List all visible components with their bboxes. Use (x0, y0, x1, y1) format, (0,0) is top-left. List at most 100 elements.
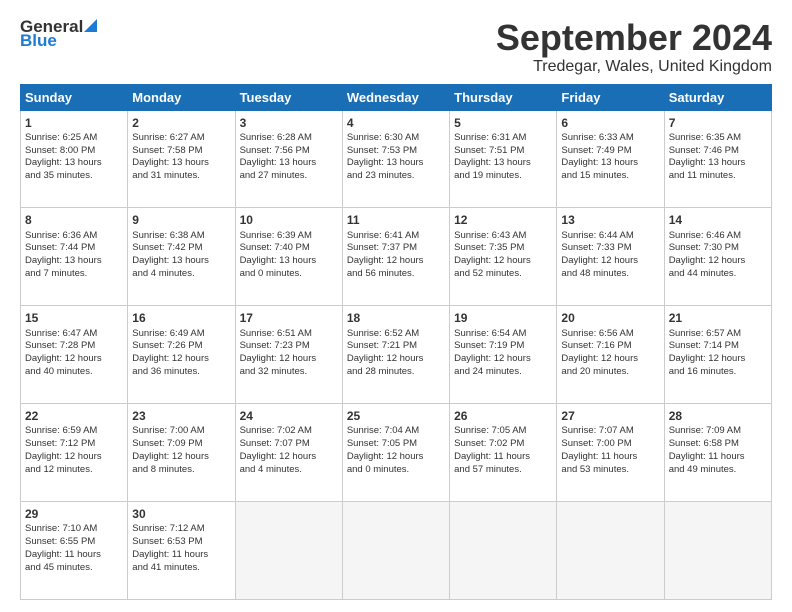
calendar-week-row: 22Sunrise: 6:59 AM Sunset: 7:12 PM Dayli… (21, 404, 772, 502)
table-row: 8 Sunrise: 6:36 AM Sunset: 7:44 PM Daylig… (21, 208, 128, 306)
title-block: September 2024 Tredegar, Wales, United K… (496, 18, 772, 76)
day-info: Sunrise: 7:12 AM Sunset: 6:53 PM Dayligh… (132, 523, 208, 572)
col-friday: Friday (557, 84, 664, 110)
day-number: 15 (25, 310, 123, 326)
logo-blue-text: Blue (20, 32, 97, 49)
table-row: 22Sunrise: 6:59 AM Sunset: 7:12 PM Dayli… (21, 404, 128, 502)
day-number: 29 (25, 506, 123, 522)
month-title: September 2024 (496, 18, 772, 58)
day-info: Sunrise: 6:39 AM Sunset: 7:40 PM Dayligh… (240, 230, 317, 279)
table-row: 12Sunrise: 6:43 AM Sunset: 7:35 PM Dayli… (450, 208, 557, 306)
table-row: 16 Sunrise: 6:49 AM Sunset: 7:26 PM Dayli… (128, 306, 235, 404)
day-number: 6 (561, 115, 659, 131)
page: General Blue September 2024 Tredegar, Wa… (0, 0, 792, 612)
day-number: 26 (454, 408, 552, 424)
table-row: 26Sunrise: 7:05 AM Sunset: 7:02 PM Dayli… (450, 404, 557, 502)
logo-arrow-icon (84, 19, 97, 32)
day-number: 17 (240, 310, 338, 326)
table-row: 13 Sunrise: 6:44 AM Sunset: 7:33 PM Dayli… (557, 208, 664, 306)
day-number: 24 (240, 408, 338, 424)
table-row: 6Sunrise: 6:33 AM Sunset: 7:49 PM Daylig… (557, 110, 664, 208)
table-row: 15 Sunrise: 6:47 AM Sunset: 7:28 PM Dayli… (21, 306, 128, 404)
day-number: 7 (669, 115, 767, 131)
day-info: Sunrise: 6:36 AM Sunset: 7:44 PM Dayligh… (25, 230, 102, 279)
day-number: 11 (347, 212, 445, 228)
col-thursday: Thursday (450, 84, 557, 110)
col-monday: Monday (128, 84, 235, 110)
table-row (450, 502, 557, 600)
day-number: 28 (669, 408, 767, 424)
day-number: 30 (132, 506, 230, 522)
day-info: Sunrise: 6:56 AM Sunset: 7:16 PM Dayligh… (561, 328, 638, 377)
day-number: 5 (454, 115, 552, 131)
day-info: Sunrise: 7:00 AM Sunset: 7:09 PM Dayligh… (132, 425, 209, 474)
day-info: Sunrise: 6:25 AM Sunset: 8:00 PM Dayligh… (25, 132, 102, 181)
day-number: 27 (561, 408, 659, 424)
day-info: Sunrise: 7:05 AM Sunset: 7:02 PM Dayligh… (454, 425, 530, 474)
day-number: 10 (240, 212, 338, 228)
col-tuesday: Tuesday (235, 84, 342, 110)
table-row: 7Sunrise: 6:35 AM Sunset: 7:46 PM Daylig… (664, 110, 771, 208)
table-row: 5Sunrise: 6:31 AM Sunset: 7:51 PM Daylig… (450, 110, 557, 208)
col-wednesday: Wednesday (342, 84, 449, 110)
table-row: 18 Sunrise: 6:52 AM Sunset: 7:21 PM Dayli… (342, 306, 449, 404)
day-info: Sunrise: 6:44 AM Sunset: 7:33 PM Dayligh… (561, 230, 638, 279)
table-row (664, 502, 771, 600)
day-info: Sunrise: 7:09 AM Sunset: 6:58 PM Dayligh… (669, 425, 745, 474)
day-info: Sunrise: 6:54 AM Sunset: 7:19 PM Dayligh… (454, 328, 531, 377)
day-info: Sunrise: 6:49 AM Sunset: 7:26 PM Dayligh… (132, 328, 209, 377)
header: General Blue September 2024 Tredegar, Wa… (20, 18, 772, 76)
calendar-week-row: 29Sunrise: 7:10 AM Sunset: 6:55 PM Dayli… (21, 502, 772, 600)
day-info: Sunrise: 6:52 AM Sunset: 7:21 PM Dayligh… (347, 328, 424, 377)
location: Tredegar, Wales, United Kingdom (496, 58, 772, 76)
day-info: Sunrise: 6:28 AM Sunset: 7:56 PM Dayligh… (240, 132, 317, 181)
table-row: 11 Sunrise: 6:41 AM Sunset: 7:37 PM Dayli… (342, 208, 449, 306)
table-row: 17 Sunrise: 6:51 AM Sunset: 7:23 PM Dayli… (235, 306, 342, 404)
day-number: 23 (132, 408, 230, 424)
day-number: 8 (25, 212, 123, 228)
day-info: Sunrise: 6:46 AM Sunset: 7:30 PM Dayligh… (669, 230, 746, 279)
day-info: Sunrise: 6:27 AM Sunset: 7:58 PM Dayligh… (132, 132, 209, 181)
day-info: Sunrise: 7:10 AM Sunset: 6:55 PM Dayligh… (25, 523, 101, 572)
day-info: Sunrise: 6:30 AM Sunset: 7:53 PM Dayligh… (347, 132, 424, 181)
table-row: 23Sunrise: 7:00 AM Sunset: 7:09 PM Dayli… (128, 404, 235, 502)
day-info: Sunrise: 6:57 AM Sunset: 7:14 PM Dayligh… (669, 328, 746, 377)
day-number: 13 (561, 212, 659, 228)
col-sunday: Sunday (21, 84, 128, 110)
table-row: 29Sunrise: 7:10 AM Sunset: 6:55 PM Dayli… (21, 502, 128, 600)
day-info: Sunrise: 7:02 AM Sunset: 7:07 PM Dayligh… (240, 425, 317, 474)
day-info: Sunrise: 7:07 AM Sunset: 7:00 PM Dayligh… (561, 425, 637, 474)
day-number: 21 (669, 310, 767, 326)
calendar-week-row: 15 Sunrise: 6:47 AM Sunset: 7:28 PM Dayli… (21, 306, 772, 404)
table-row: 30Sunrise: 7:12 AM Sunset: 6:53 PM Dayli… (128, 502, 235, 600)
table-row: 25Sunrise: 7:04 AM Sunset: 7:05 PM Dayli… (342, 404, 449, 502)
day-info: Sunrise: 6:31 AM Sunset: 7:51 PM Dayligh… (454, 132, 531, 181)
calendar-week-row: 1Sunrise: 6:25 AM Sunset: 8:00 PM Daylig… (21, 110, 772, 208)
table-row: 2Sunrise: 6:27 AM Sunset: 7:58 PM Daylig… (128, 110, 235, 208)
day-number: 1 (25, 115, 123, 131)
table-row (235, 502, 342, 600)
day-number: 20 (561, 310, 659, 326)
table-row (342, 502, 449, 600)
day-number: 16 (132, 310, 230, 326)
calendar-table: Sunday Monday Tuesday Wednesday Thursday… (20, 84, 772, 600)
day-number: 3 (240, 115, 338, 131)
col-saturday: Saturday (664, 84, 771, 110)
table-row: 20 Sunrise: 6:56 AM Sunset: 7:16 PM Dayli… (557, 306, 664, 404)
day-number: 2 (132, 115, 230, 131)
table-row: 4Sunrise: 6:30 AM Sunset: 7:53 PM Daylig… (342, 110, 449, 208)
table-row: 1Sunrise: 6:25 AM Sunset: 8:00 PM Daylig… (21, 110, 128, 208)
day-info: Sunrise: 6:51 AM Sunset: 7:23 PM Dayligh… (240, 328, 317, 377)
calendar-week-row: 8 Sunrise: 6:36 AM Sunset: 7:44 PM Daylig… (21, 208, 772, 306)
table-row: 27Sunrise: 7:07 AM Sunset: 7:00 PM Dayli… (557, 404, 664, 502)
day-number: 18 (347, 310, 445, 326)
day-info: Sunrise: 7:04 AM Sunset: 7:05 PM Dayligh… (347, 425, 424, 474)
table-row: 21 Sunrise: 6:57 AM Sunset: 7:14 PM Dayli… (664, 306, 771, 404)
day-info: Sunrise: 6:47 AM Sunset: 7:28 PM Dayligh… (25, 328, 102, 377)
day-number: 19 (454, 310, 552, 326)
table-row: 10 Sunrise: 6:39 AM Sunset: 7:40 PM Dayli… (235, 208, 342, 306)
table-row: 24Sunrise: 7:02 AM Sunset: 7:07 PM Dayli… (235, 404, 342, 502)
day-info: Sunrise: 6:33 AM Sunset: 7:49 PM Dayligh… (561, 132, 638, 181)
day-number: 22 (25, 408, 123, 424)
day-info: Sunrise: 6:41 AM Sunset: 7:37 PM Dayligh… (347, 230, 424, 279)
